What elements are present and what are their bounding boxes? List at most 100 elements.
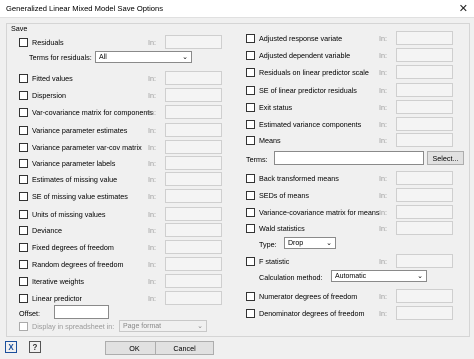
- fitted-values-box[interactable]: [19, 73, 28, 83]
- variance-parameter-labels-in-label: In:: [148, 159, 156, 168]
- var-covariance-matrix-for-components-checkbox[interactable]: Var-covariance matrix for components: [19, 106, 153, 118]
- numerator-degrees-of-freedom-in-field: [396, 289, 453, 303]
- means-box[interactable]: [246, 135, 255, 145]
- variance-parameter-labels-checkbox[interactable]: Variance parameter labels: [19, 157, 115, 169]
- residuals-box[interactable]: [19, 37, 28, 47]
- denominator-degrees-of-freedom-checkbox[interactable]: Denominator degrees of freedom: [246, 307, 364, 319]
- f-statistic-in-field: [396, 254, 453, 268]
- estimates-of-missing-value-in-label: In:: [148, 175, 156, 184]
- f-statistic-box[interactable]: [246, 256, 255, 266]
- numerator-degrees-of-freedom-in-label: In:: [379, 292, 387, 301]
- variance-covariance-matrix-for-means-box[interactable]: [246, 207, 255, 217]
- denominator-degrees-of-freedom-box[interactable]: [246, 308, 255, 318]
- numerator-degrees-of-freedom-box[interactable]: [246, 291, 255, 301]
- clear-icon[interactable]: X: [5, 341, 17, 353]
- select-button[interactable]: Select...: [427, 151, 464, 165]
- variance-parameter-estimates-in-label: In:: [148, 126, 156, 135]
- adjusted-dependent-variable-checkbox[interactable]: Adjusted dependent variable: [246, 49, 350, 61]
- se-of-linear-predictor-residuals-in-field: [396, 83, 453, 97]
- estimates-of-missing-value-box[interactable]: [19, 174, 28, 184]
- back-transformed-means-box[interactable]: [246, 173, 255, 183]
- variance-parameter-estimates-checkbox[interactable]: Variance parameter estimates: [19, 124, 127, 136]
- variance-parameter-var-cov-matrix-checkbox[interactable]: Variance parameter var-cov matrix: [19, 141, 142, 153]
- exit-status-in-field: [396, 100, 453, 114]
- units-of-missing-values-checkbox[interactable]: Units of missing values: [19, 208, 106, 220]
- random-degrees-of-freedom-in-label: In:: [148, 260, 156, 269]
- residuals-on-linear-predictor-scale-checkbox[interactable]: Residuals on linear predictor scale: [246, 66, 369, 78]
- dispersion-box[interactable]: [19, 90, 28, 100]
- wald-statistics-in-field: [396, 221, 453, 235]
- linear-predictor-checkbox[interactable]: Linear predictor: [19, 292, 82, 304]
- seds-of-means-box[interactable]: [246, 190, 255, 200]
- random-degrees-of-freedom-checkbox[interactable]: Random degrees of freedom: [19, 258, 124, 270]
- back-transformed-means-checkbox[interactable]: Back transformed means: [246, 172, 339, 184]
- linear-predictor-box[interactable]: [19, 293, 28, 303]
- residuals-checkbox[interactable]: Residuals: [19, 36, 64, 48]
- wald-statistics-box[interactable]: [246, 223, 255, 233]
- page-format-select: Page format ⌄: [119, 320, 207, 332]
- close-icon[interactable]: ✕: [459, 2, 468, 15]
- numerator-degrees-of-freedom-checkbox[interactable]: Numerator degrees of freedom: [246, 290, 357, 302]
- deviance-checkbox[interactable]: Deviance: [19, 224, 62, 236]
- iterative-weights-box[interactable]: [19, 276, 28, 286]
- random-degrees-of-freedom-box[interactable]: [19, 259, 28, 269]
- variance-covariance-matrix-for-means-label: Variance-covariance matrix for means: [259, 207, 380, 217]
- seds-of-means-in-label: In:: [379, 191, 387, 200]
- variance-parameter-labels-label: Variance parameter labels: [32, 158, 116, 168]
- means-in-field: [396, 133, 453, 147]
- display-in-spreadsheet-box[interactable]: [19, 321, 28, 331]
- random-degrees-of-freedom-label: Random degrees of freedom: [32, 259, 124, 269]
- back-transformed-means-in-label: In:: [379, 174, 387, 183]
- iterative-weights-checkbox[interactable]: Iterative weights: [19, 275, 84, 287]
- terms-field[interactable]: [274, 151, 424, 165]
- variance-parameter-labels-box[interactable]: [19, 158, 28, 168]
- variance-parameter-var-cov-matrix-box[interactable]: [19, 142, 28, 152]
- type-select[interactable]: Drop ⌄: [284, 237, 336, 249]
- help-icon[interactable]: ?: [29, 341, 41, 353]
- variance-parameter-estimates-box[interactable]: [19, 125, 28, 135]
- dispersion-checkbox[interactable]: Dispersion: [19, 89, 66, 101]
- residuals-on-linear-predictor-scale-box[interactable]: [246, 67, 255, 77]
- estimates-of-missing-value-in-field: [165, 172, 222, 186]
- fitted-values-checkbox[interactable]: Fitted values: [19, 72, 73, 84]
- wald-statistics-checkbox[interactable]: Wald statistics: [246, 222, 305, 234]
- terms-for-residuals-label: Terms for residuals:: [29, 53, 92, 62]
- offset-field[interactable]: [54, 305, 109, 319]
- seds-of-means-checkbox[interactable]: SEDs of means: [246, 189, 309, 201]
- back-transformed-means-in-field: [396, 171, 453, 185]
- chevron-down-icon: ⌄: [326, 240, 332, 247]
- adjusted-response-variate-box[interactable]: [246, 33, 255, 43]
- terms-for-residuals-select[interactable]: All ⌄: [95, 51, 192, 63]
- page-format-value: Page format: [123, 322, 162, 330]
- variance-covariance-matrix-for-means-checkbox[interactable]: Variance-covariance matrix for means: [246, 206, 380, 218]
- exit-status-box[interactable]: [246, 102, 255, 112]
- estimates-of-missing-value-checkbox[interactable]: Estimates of missing value: [19, 173, 117, 185]
- fixed-degrees-of-freedom-in-field: [165, 240, 222, 254]
- adjusted-dependent-variable-box[interactable]: [246, 50, 255, 60]
- dialog-footer: X ? OK Cancel: [0, 337, 474, 359]
- calculation-method-select[interactable]: Automatic ⌄: [331, 270, 427, 282]
- units-of-missing-values-in-field: [165, 207, 222, 221]
- exit-status-checkbox[interactable]: Exit status: [246, 101, 292, 113]
- estimated-variance-components-checkbox[interactable]: Estimated variance components: [246, 118, 361, 130]
- means-checkbox[interactable]: Means: [246, 134, 281, 146]
- estimated-variance-components-box[interactable]: [246, 119, 255, 129]
- f-statistic-checkbox[interactable]: F statistic: [246, 255, 289, 267]
- linear-predictor-in-label: In:: [148, 294, 156, 303]
- var-covariance-matrix-for-components-box[interactable]: [19, 107, 28, 117]
- title-bar: Generalized Linear Mixed Model Save Opti…: [0, 0, 474, 18]
- deviance-box[interactable]: [19, 225, 28, 235]
- display-in-spreadsheet-checkbox[interactable]: Display in spreadsheet in:: [19, 320, 114, 332]
- se-of-linear-predictor-residuals-box[interactable]: [246, 85, 255, 95]
- adjusted-dependent-variable-in-label: In:: [379, 51, 387, 60]
- cancel-button[interactable]: Cancel: [155, 341, 214, 355]
- se-of-linear-predictor-residuals-checkbox[interactable]: SE of linear predictor residuals: [246, 84, 357, 96]
- units-of-missing-values-box[interactable]: [19, 209, 28, 219]
- fixed-degrees-of-freedom-in-label: In:: [148, 243, 156, 252]
- dispersion-in-label: In:: [148, 91, 156, 100]
- fixed-degrees-of-freedom-box[interactable]: [19, 242, 28, 252]
- se-of-missing-value-estimates-checkbox[interactable]: SE of missing value estimates: [19, 190, 128, 202]
- se-of-missing-value-estimates-box[interactable]: [19, 191, 28, 201]
- adjusted-response-variate-checkbox[interactable]: Adjusted response variate: [246, 32, 342, 44]
- fixed-degrees-of-freedom-checkbox[interactable]: Fixed degrees of freedom: [19, 241, 114, 253]
